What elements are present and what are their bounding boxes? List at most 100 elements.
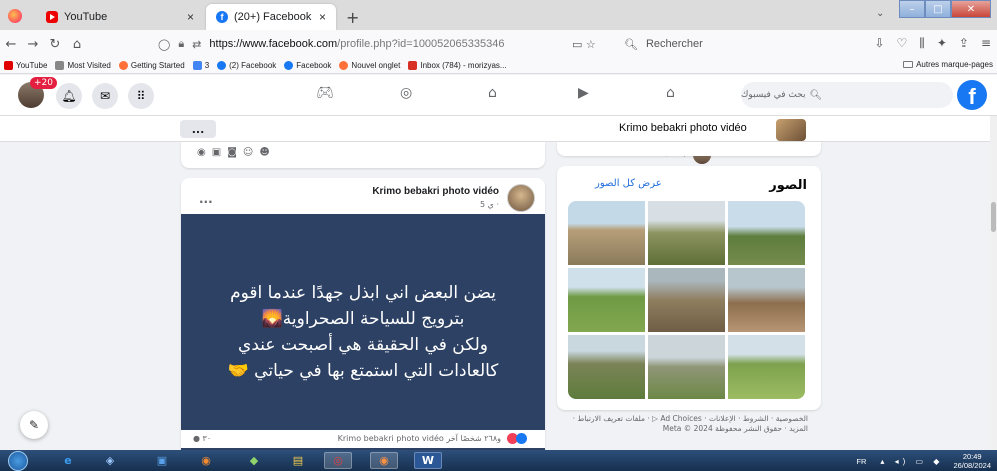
maximize-button[interactable]: □	[925, 0, 951, 18]
photo-thumbnail[interactable]	[648, 201, 725, 265]
gaming-icon[interactable]: 🎮︎	[316, 85, 334, 101]
permissions-icon[interactable]: ⇄	[192, 38, 201, 51]
back-icon[interactable]: ←	[0, 37, 22, 52]
photo-thumbnail[interactable]	[648, 335, 725, 399]
notifications-button[interactable]: 🔔︎	[56, 83, 82, 109]
toolbar-extensions: ⇩ ♡ ⫼ ✦ ⇪ ≡	[874, 36, 991, 51]
home-icon[interactable]: ⌂	[66, 37, 88, 52]
language-indicator[interactable]: FR	[856, 457, 866, 466]
post-reactions-bar: ● ٣٠ Krimo bebakri photo vidéo و٢٦٨ شخصً…	[181, 430, 545, 448]
menu-icon[interactable]: ≡	[981, 36, 991, 51]
post-text-background: يضن البعض اني ابذل جهدًا عندما اقوم بترو…	[181, 214, 545, 450]
avatar-sticker-icon[interactable]: ☻	[259, 147, 269, 158]
clock-date: 26/08/2024	[953, 461, 991, 470]
reader-view-icon[interactable]: ▭ ☆	[572, 38, 596, 51]
bookmark-facebook-2[interactable]: (2) Facebook	[217, 61, 276, 70]
post-more-button[interactable]: ...	[199, 192, 213, 206]
new-message-button[interactable]: ✎	[20, 411, 48, 439]
facebook-header: +20 🔔︎ ✉ ⠿ 🎮︎ ◎ ⌂ ▶ ⌂ 🔍︎ بحث في فيسبوك f	[0, 75, 997, 116]
list-tabs-icon[interactable]: ⌄	[876, 8, 884, 19]
profile-name[interactable]: Krimo bebakri photo vidéo	[619, 122, 747, 134]
scrollbar-thumb[interactable]	[991, 202, 996, 232]
comments-count[interactable]: ● ٣٠	[193, 434, 211, 443]
start-button[interactable]	[8, 451, 28, 471]
reload-icon[interactable]: ↻	[44, 37, 66, 52]
camera-icon[interactable]: ◙	[227, 147, 237, 158]
sticker-icon[interactable]: ◉	[197, 147, 206, 158]
browser-tab-bar: YouTube × f (20+) Facebook × + ⌄ – □ ✕	[0, 0, 997, 30]
address-bar[interactable]: ◯ 🔒︎ ⇄ https://www.facebook.com/profile.…	[158, 33, 612, 55]
tab-youtube[interactable]: YouTube ×	[36, 4, 204, 30]
share-icon[interactable]: ⇪	[959, 36, 969, 51]
explorer-icon[interactable]: ▤	[284, 452, 312, 469]
firefox-active-icon[interactable]: ◉	[370, 452, 398, 469]
media-player-icon[interactable]: ▣	[148, 452, 176, 469]
media-icon[interactable]: ◈	[96, 452, 124, 469]
tab-label: (20+) Facebook	[234, 11, 312, 23]
clock[interactable]: 20:49 26/08/2024	[953, 452, 991, 470]
profile-avatar[interactable]	[776, 119, 806, 141]
pocket-icon[interactable]: ♡	[897, 36, 908, 51]
bookmark-new-tab[interactable]: Nouvel onglet	[339, 61, 400, 70]
firefox-taskbar-icon[interactable]: ◉	[192, 452, 220, 469]
bookmark-gmail[interactable]: Inbox (784) - morizyas...	[408, 61, 507, 70]
reactions-summary[interactable]: Krimo bebakri photo vidéo و٢٦٨ شخصًا آخر	[301, 434, 501, 443]
page-scrollbar[interactable]	[990, 116, 997, 450]
internet-explorer-icon[interactable]: e	[54, 452, 82, 469]
downloads-icon[interactable]: ⇩	[874, 36, 884, 51]
extension-icon[interactable]: ✦	[937, 36, 947, 51]
opera-icon[interactable]: ◎	[324, 452, 352, 469]
facebook-search-input[interactable]: 🔍︎ بحث في فيسبوك	[741, 82, 953, 108]
facebook-search-placeholder: بحث في فيسبوك	[741, 90, 806, 100]
grid-icon: ⠿	[136, 89, 146, 103]
bookmark-most-visited[interactable]: Most Visited	[55, 61, 111, 70]
emoji-icon[interactable]: ☺	[243, 147, 253, 158]
new-tab-button[interactable]: +	[346, 8, 359, 27]
close-window-button[interactable]: ✕	[951, 0, 991, 18]
comment-composer: ◉ ▣ ◙ ☺ ☻ اكتب تعليقًا...	[181, 142, 711, 168]
app-icon[interactable]: ◆	[240, 452, 268, 469]
groups-icon[interactable]: ◎	[400, 85, 412, 101]
window-controls: – □ ✕	[899, 0, 991, 18]
shield-icon[interactable]: ◯	[158, 38, 170, 51]
other-bookmarks[interactable]: Autres marque-pages	[903, 60, 993, 69]
reaction-icons[interactable]	[507, 433, 527, 444]
bookmark-facebook[interactable]: Facebook	[284, 61, 331, 70]
photo-thumbnail[interactable]	[568, 201, 645, 265]
photo-thumbnail[interactable]	[728, 268, 805, 332]
menu-button[interactable]: ⠿	[128, 83, 154, 109]
forward-icon[interactable]: →	[22, 37, 44, 52]
post-author[interactable]: Krimo bebakri photo vidéo	[367, 186, 499, 197]
facebook-logo[interactable]: f	[957, 80, 987, 110]
photo-thumbnail[interactable]	[568, 268, 645, 332]
close-tab-icon[interactable]: ×	[319, 10, 326, 24]
bookmark-google[interactable]: 3	[192, 61, 209, 70]
minimize-button[interactable]: –	[899, 0, 925, 18]
tray-icons[interactable]: ▴ ◂) ▭ ◆	[880, 457, 943, 466]
facebook-icon	[284, 61, 294, 70]
gif-icon[interactable]: ▣	[212, 147, 221, 158]
firefox-icon[interactable]	[8, 9, 22, 23]
watch-icon[interactable]: ▶	[578, 85, 589, 101]
comment-tools: ◉ ▣ ◙ ☺ ☻	[197, 147, 270, 158]
bookmark-youtube[interactable]: YouTube	[4, 61, 47, 70]
marketplace-icon[interactable]: ⌂	[488, 85, 497, 101]
word-icon[interactable]: W	[414, 452, 442, 469]
tab-facebook[interactable]: f (20+) Facebook ×	[206, 4, 336, 30]
lock-icon[interactable]: 🔒︎	[178, 38, 184, 51]
photo-thumbnail[interactable]	[728, 335, 805, 399]
see-all-photos-link[interactable]: عرض كل الصور	[595, 178, 662, 189]
photo-thumbnail[interactable]	[648, 268, 725, 332]
close-tab-icon[interactable]: ×	[187, 10, 194, 24]
footer-links[interactable]: الخصوصية · الشروط · الإعلانات · Ad Choic…	[564, 414, 808, 434]
more-options-button[interactable]: ...	[180, 120, 216, 138]
post-text-line: بترويج للسياحة الصحراوية🌄	[261, 309, 465, 329]
post-author-avatar[interactable]	[507, 184, 535, 212]
post-timestamp[interactable]: 5 ي ·	[431, 200, 499, 209]
library-icon[interactable]: ⫼	[919, 36, 925, 51]
photo-thumbnail[interactable]	[568, 335, 645, 399]
home-icon[interactable]: ⌂	[666, 85, 675, 101]
photo-thumbnail[interactable]	[728, 201, 805, 265]
bookmark-getting-started[interactable]: Getting Started	[118, 61, 185, 70]
messenger-button[interactable]: ✉	[92, 83, 118, 109]
